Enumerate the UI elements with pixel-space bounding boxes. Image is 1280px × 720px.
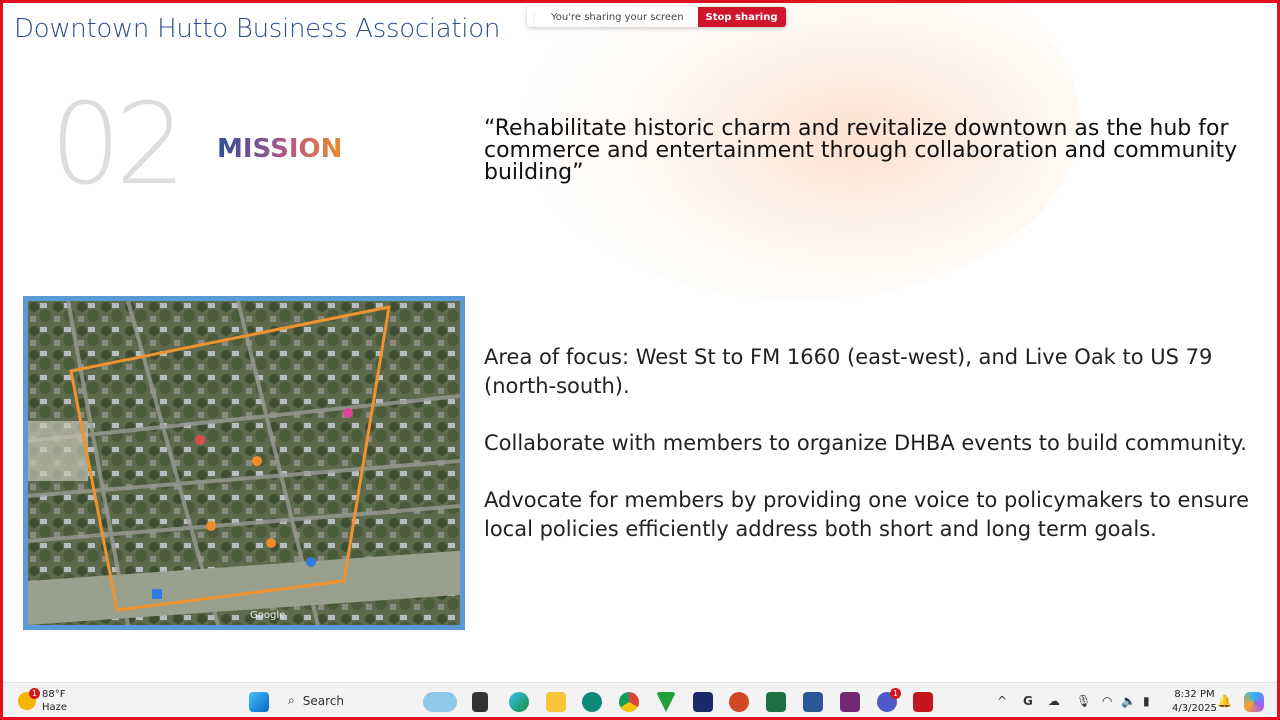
notifications-bell-icon[interactable]: 🔔	[1217, 694, 1232, 708]
file-explorer-icon[interactable]	[546, 692, 566, 712]
battery-icon[interactable]: ▮	[1143, 694, 1150, 708]
system-clock[interactable]: 8:32 PM 4/3/2025	[1172, 688, 1217, 716]
teams-icon[interactable]: 1	[877, 688, 901, 712]
word-icon[interactable]	[803, 692, 823, 712]
map-image	[27, 300, 461, 626]
copilot-icon[interactable]	[1244, 692, 1264, 712]
section-label: MISSION	[217, 134, 343, 164]
stop-sharing-button[interactable]: Stop sharing	[697, 7, 786, 27]
screen-sharing-bar: ⋮ You're sharing your screen Stop sharin…	[527, 7, 786, 27]
start-button-windows-icon[interactable]	[249, 692, 269, 712]
search-icon: ⌕	[288, 693, 295, 707]
mission-quote: “Rehabilitate historic charm and revital…	[484, 116, 1238, 185]
show-hidden-icons-chevron-up-icon[interactable]: ^	[997, 694, 1007, 708]
paragraph-advocate: Advocate for members by providing one vo…	[484, 488, 1250, 541]
weather-badge: 1	[29, 688, 40, 699]
powerpoint-icon[interactable]	[729, 692, 749, 712]
microphone-muted-icon[interactable]: 🎙	[1076, 694, 1091, 708]
widgets-icon[interactable]	[423, 692, 457, 712]
presentation-slide: Downtown Hutto Business Association 02 M…	[0, 0, 1280, 682]
vpn-icon[interactable]	[656, 692, 676, 712]
drag-handle-icon[interactable]: ⋮	[527, 13, 541, 22]
sharing-message: You're sharing your screen	[551, 11, 684, 23]
excel-icon[interactable]	[766, 692, 786, 712]
map-watermark: Google	[250, 610, 286, 621]
weather-widget[interactable]: 1 88°F Haze	[18, 688, 67, 714]
weather-temp: 88°F	[42, 689, 66, 700]
search-label: Search	[302, 693, 344, 708]
volume-icon[interactable]: 🔈	[1121, 694, 1136, 708]
paragraph-area-of-focus: Area of focus: West St to FM 1660 (east-…	[484, 345, 1213, 398]
section-number: 02	[50, 80, 186, 210]
slide-title: Downtown Hutto Business Association	[14, 14, 501, 44]
chrome-icon[interactable]	[619, 692, 639, 712]
clock-time: 8:32 PM	[1174, 689, 1215, 700]
mission-details: Area of focus: West St to FM 1660 (east-…	[484, 343, 1254, 572]
weather-condition: Haze	[42, 702, 68, 713]
wifi-icon[interactable]: ◠	[1102, 694, 1112, 708]
taskbar-search[interactable]: ⌕ Search	[288, 693, 344, 708]
paragraph-collaborate: Collaborate with members to organize DHB…	[484, 431, 1247, 455]
acrobat-icon[interactable]	[913, 692, 933, 712]
power-automate-icon[interactable]	[840, 692, 860, 712]
grammarly-icon[interactable]: G	[1023, 694, 1033, 708]
sharepoint-icon[interactable]	[582, 692, 602, 712]
terminal-icon[interactable]	[472, 692, 488, 712]
pcs-icon[interactable]	[693, 692, 713, 712]
teams-badge: 1	[890, 688, 901, 699]
edge-icon[interactable]	[509, 692, 529, 712]
clock-date: 4/3/2025	[1172, 703, 1217, 714]
downtown-map: Google	[23, 296, 465, 630]
onedrive-icon[interactable]: ☁	[1048, 694, 1060, 708]
weather-sun-icon: 1	[18, 688, 40, 710]
taskbar: 1 88°F Haze ⌕ Search 1 ^ G ☁ 🎙 ◠ 🔈 ▮ 8:3…	[0, 682, 1280, 720]
